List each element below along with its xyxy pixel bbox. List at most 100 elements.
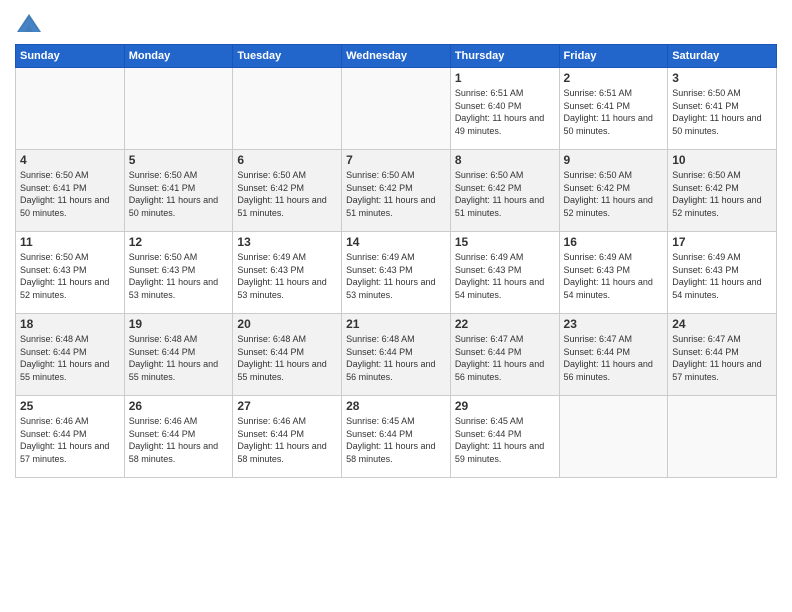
day-number: 24 — [672, 317, 772, 331]
page: SundayMondayTuesdayWednesdayThursdayFrid… — [0, 0, 792, 612]
day-info: Sunrise: 6:50 AM Sunset: 6:42 PM Dayligh… — [237, 169, 337, 219]
day-cell: 12 Sunrise: 6:50 AM Sunset: 6:43 PM Dayli… — [124, 232, 233, 314]
day-number: 12 — [129, 235, 229, 249]
day-info: Sunrise: 6:48 AM Sunset: 6:44 PM Dayligh… — [237, 333, 337, 383]
day-number: 7 — [346, 153, 446, 167]
day-info: Sunrise: 6:50 AM Sunset: 6:42 PM Dayligh… — [672, 169, 772, 219]
day-cell: 27 Sunrise: 6:46 AM Sunset: 6:44 PM Dayli… — [233, 396, 342, 478]
week-row-4: 18 Sunrise: 6:48 AM Sunset: 6:44 PM Dayli… — [16, 314, 777, 396]
day-number: 21 — [346, 317, 446, 331]
day-cell: 25 Sunrise: 6:46 AM Sunset: 6:44 PM Dayli… — [16, 396, 125, 478]
day-info: Sunrise: 6:48 AM Sunset: 6:44 PM Dayligh… — [129, 333, 229, 383]
day-cell: 5 Sunrise: 6:50 AM Sunset: 6:41 PM Daylig… — [124, 150, 233, 232]
day-number: 29 — [455, 399, 555, 413]
day-cell: 4 Sunrise: 6:50 AM Sunset: 6:41 PM Daylig… — [16, 150, 125, 232]
day-cell: 1 Sunrise: 6:51 AM Sunset: 6:40 PM Daylig… — [450, 68, 559, 150]
day-cell: 29 Sunrise: 6:45 AM Sunset: 6:44 PM Dayli… — [450, 396, 559, 478]
day-info: Sunrise: 6:46 AM Sunset: 6:44 PM Dayligh… — [129, 415, 229, 465]
col-header-saturday: Saturday — [668, 45, 777, 68]
day-info: Sunrise: 6:50 AM Sunset: 6:42 PM Dayligh… — [455, 169, 555, 219]
day-number: 4 — [20, 153, 120, 167]
day-cell: 18Sunrise: 6:48 AM Sunset: 6:44 PM Dayli… — [16, 314, 125, 396]
day-info: Sunrise: 6:48 AM Sunset: 6:44 PM Dayligh… — [346, 333, 446, 383]
day-cell: 26Sunrise: 6:46 AM Sunset: 6:44 PM Dayli… — [124, 396, 233, 478]
day-info: Sunrise: 6:50 AM Sunset: 6:41 PM Dayligh… — [129, 169, 229, 219]
day-info: Sunrise: 6:50 AM Sunset: 6:42 PM Dayligh… — [346, 169, 446, 219]
col-header-wednesday: Wednesday — [342, 45, 451, 68]
day-info: Sunrise: 6:51 AM Sunset: 6:41 PM Dayligh… — [564, 87, 664, 137]
day-info: Sunrise: 6:47 AM Sunset: 6:44 PM Dayligh… — [455, 333, 555, 383]
day-cell: 23 Sunrise: 6:47 AM Sunset: 6:44 PM Dayli… — [559, 314, 668, 396]
day-number: 17 — [672, 235, 772, 249]
day-number: 19 — [129, 317, 229, 331]
col-header-monday: Monday — [124, 45, 233, 68]
day-number: 5 — [129, 153, 229, 167]
day-info: Sunrise: 6:45 AM Sunset: 6:44 PM Dayligh… — [346, 415, 446, 465]
day-number: 9 — [564, 153, 664, 167]
day-number: 23 — [564, 317, 664, 331]
day-info: Sunrise: 6:49 AM Sunset: 6:43 PM Dayligh… — [455, 251, 555, 301]
day-number: 16 — [564, 235, 664, 249]
day-cell: 2 Sunrise: 6:51 AM Sunset: 6:41 PM Daylig… — [559, 68, 668, 150]
day-cell: 15Sunrise: 6:49 AM Sunset: 6:43 PM Dayli… — [450, 232, 559, 314]
day-info: Sunrise: 6:49 AM Sunset: 6:43 PM Dayligh… — [672, 251, 772, 301]
day-cell: 14 Sunrise: 6:49 AM Sunset: 6:43 PM Dayli… — [342, 232, 451, 314]
day-number: 2 — [564, 71, 664, 85]
day-info: Sunrise: 6:45 AM Sunset: 6:44 PM Dayligh… — [455, 415, 555, 465]
day-cell: 8 Sunrise: 6:50 AM Sunset: 6:42 PM Daylig… — [450, 150, 559, 232]
day-number: 18 — [20, 317, 120, 331]
day-cell: 6 Sunrise: 6:50 AM Sunset: 6:42 PM Daylig… — [233, 150, 342, 232]
col-header-sunday: Sunday — [16, 45, 125, 68]
day-cell: 7 Sunrise: 6:50 AM Sunset: 6:42 PM Daylig… — [342, 150, 451, 232]
day-number: 13 — [237, 235, 337, 249]
header — [15, 10, 777, 38]
day-cell: 20 Sunrise: 6:48 AM Sunset: 6:44 PM Dayli… — [233, 314, 342, 396]
day-number: 3 — [672, 71, 772, 85]
day-cell: 21 Sunrise: 6:48 AM Sunset: 6:44 PM Dayli… — [342, 314, 451, 396]
day-number: 10 — [672, 153, 772, 167]
calendar: SundayMondayTuesdayWednesdayThursdayFrid… — [15, 44, 777, 478]
day-info: Sunrise: 6:49 AM Sunset: 6:43 PM Dayligh… — [346, 251, 446, 301]
day-cell: 9 Sunrise: 6:50 AM Sunset: 6:42 PM Daylig… — [559, 150, 668, 232]
day-cell: 11 Sunrise: 6:50 AM Sunset: 6:43 PM Dayli… — [16, 232, 125, 314]
day-number: 8 — [455, 153, 555, 167]
day-info: Sunrise: 6:46 AM Sunset: 6:44 PM Dayligh… — [237, 415, 337, 465]
day-cell — [342, 68, 451, 150]
day-number: 20 — [237, 317, 337, 331]
day-cell: 3 Sunrise: 6:50 AM Sunset: 6:41 PM Daylig… — [668, 68, 777, 150]
day-number: 11 — [20, 235, 120, 249]
day-cell — [559, 396, 668, 478]
week-row-2: 4 Sunrise: 6:50 AM Sunset: 6:41 PM Daylig… — [16, 150, 777, 232]
day-cell: 16 Sunrise: 6:49 AM Sunset: 6:43 PM Dayli… — [559, 232, 668, 314]
day-cell: 10 Sunrise: 6:50 AM Sunset: 6:42 PM Dayli… — [668, 150, 777, 232]
day-number: 28 — [346, 399, 446, 413]
day-number: 6 — [237, 153, 337, 167]
day-info: Sunrise: 6:51 AM Sunset: 6:40 PM Dayligh… — [455, 87, 555, 137]
day-info: Sunrise: 6:50 AM Sunset: 6:43 PM Dayligh… — [20, 251, 120, 301]
day-number: 14 — [346, 235, 446, 249]
day-info: Sunrise: 6:47 AM Sunset: 6:44 PM Dayligh… — [564, 333, 664, 383]
col-header-thursday: Thursday — [450, 45, 559, 68]
day-info: Sunrise: 6:49 AM Sunset: 6:43 PM Dayligh… — [564, 251, 664, 301]
day-info: Sunrise: 6:50 AM Sunset: 6:41 PM Dayligh… — [672, 87, 772, 137]
day-cell — [233, 68, 342, 150]
day-cell: 13Sunrise: 6:49 AM Sunset: 6:43 PM Dayli… — [233, 232, 342, 314]
week-row-5: 25 Sunrise: 6:46 AM Sunset: 6:44 PM Dayli… — [16, 396, 777, 478]
day-info: Sunrise: 6:46 AM Sunset: 6:44 PM Dayligh… — [20, 415, 120, 465]
day-cell — [668, 396, 777, 478]
day-cell: 24 Sunrise: 6:47 AM Sunset: 6:44 PM Dayli… — [668, 314, 777, 396]
day-info: Sunrise: 6:50 AM Sunset: 6:43 PM Dayligh… — [129, 251, 229, 301]
day-number: 27 — [237, 399, 337, 413]
day-info: Sunrise: 6:50 AM Sunset: 6:42 PM Dayligh… — [564, 169, 664, 219]
day-cell — [16, 68, 125, 150]
day-number: 25 — [20, 399, 120, 413]
logo — [15, 10, 47, 38]
week-row-1: 1 Sunrise: 6:51 AM Sunset: 6:40 PM Daylig… — [16, 68, 777, 150]
day-cell: 17 Sunrise: 6:49 AM Sunset: 6:43 PM Dayli… — [668, 232, 777, 314]
col-header-friday: Friday — [559, 45, 668, 68]
day-info: Sunrise: 6:47 AM Sunset: 6:44 PM Dayligh… — [672, 333, 772, 383]
day-info: Sunrise: 6:50 AM Sunset: 6:41 PM Dayligh… — [20, 169, 120, 219]
day-cell: 22Sunrise: 6:47 AM Sunset: 6:44 PM Dayli… — [450, 314, 559, 396]
logo-icon — [15, 10, 43, 38]
day-number: 1 — [455, 71, 555, 85]
